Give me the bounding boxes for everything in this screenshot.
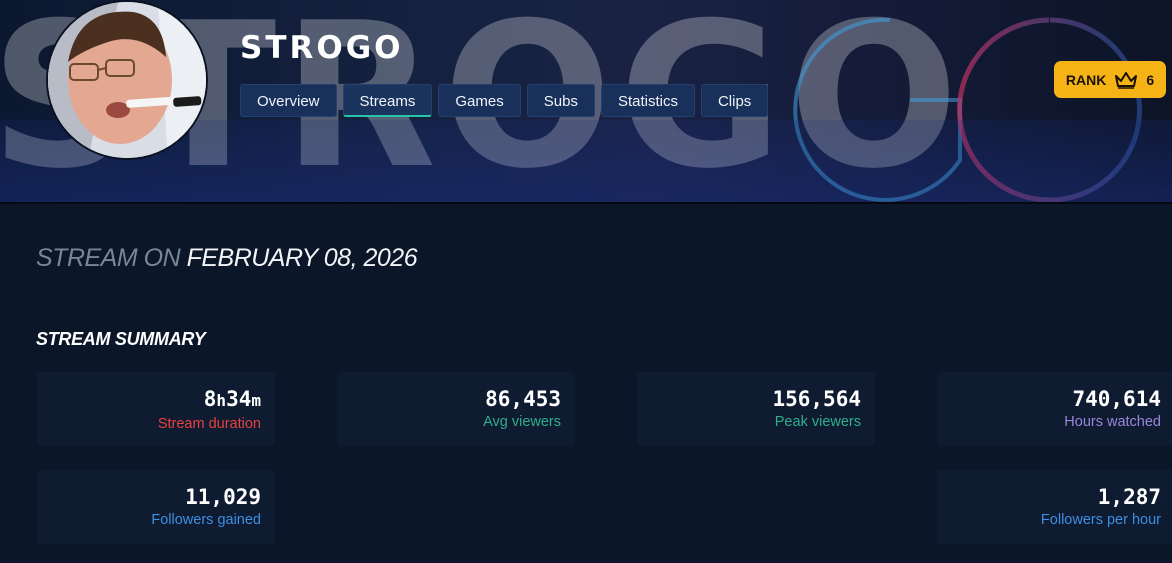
- stat-value: 156,564: [772, 387, 861, 411]
- stat-card-duration: 8h34m Stream duration: [37, 372, 275, 446]
- tab-games[interactable]: Games: [438, 84, 521, 117]
- rank-value: 6: [1146, 71, 1155, 88]
- stat-label: Followers per hour: [1040, 512, 1161, 528]
- rank-label: RANK: [1065, 71, 1107, 88]
- stat-value: 86,453: [485, 387, 561, 411]
- tab-clips[interactable]: Clips: [700, 84, 769, 117]
- stream-title-prefix: STREAM ON: [36, 244, 181, 272]
- summary-heading: STREAM SUMMARY: [36, 329, 206, 349]
- tab-overview[interactable]: Overview: [240, 84, 337, 117]
- tab-streams[interactable]: Streams: [342, 84, 433, 117]
- stream-title: STREAM ON FEBRUARY 08, 2026: [36, 244, 418, 273]
- stat-value: 11,029: [185, 485, 261, 509]
- stat-value: 740,614: [1072, 387, 1161, 411]
- crown-icon: [1115, 71, 1138, 89]
- rank-badge[interactable]: RANK 6: [1054, 61, 1166, 98]
- channel-tabs: Overview Streams Games Subs Statistics C…: [240, 84, 769, 117]
- stat-value: 1,287: [1097, 485, 1161, 509]
- channel-banner: STROGO STROGO Overview Streams Games Sub…: [0, 0, 1172, 204]
- stat-card-followers-gained: 11,029 Followers gained: [37, 470, 275, 544]
- stat-label: Stream duration: [157, 416, 261, 432]
- stat-card-peak-viewers: 156,564 Peak viewers: [637, 372, 875, 446]
- stat-value: 8h34m: [203, 387, 261, 411]
- stat-label: Avg viewers: [483, 414, 561, 430]
- tab-statistics[interactable]: Statistics: [600, 84, 695, 117]
- stat-label: Followers gained: [151, 512, 261, 528]
- stat-label: Hours watched: [1064, 414, 1161, 430]
- avatar[interactable]: [46, 0, 208, 160]
- stat-card-avg-viewers: 86,453 Avg viewers: [337, 372, 575, 446]
- channel-name: STROGO: [240, 30, 404, 66]
- stream-date: FEBRUARY 08, 2026: [186, 244, 418, 272]
- tab-subs[interactable]: Subs: [526, 84, 595, 117]
- stat-label: Peak viewers: [774, 414, 861, 430]
- stat-card-hours-watched: 740,614 Hours watched: [937, 372, 1172, 446]
- stat-card-followers-per-hour: 1,287 Followers per hour: [937, 470, 1172, 544]
